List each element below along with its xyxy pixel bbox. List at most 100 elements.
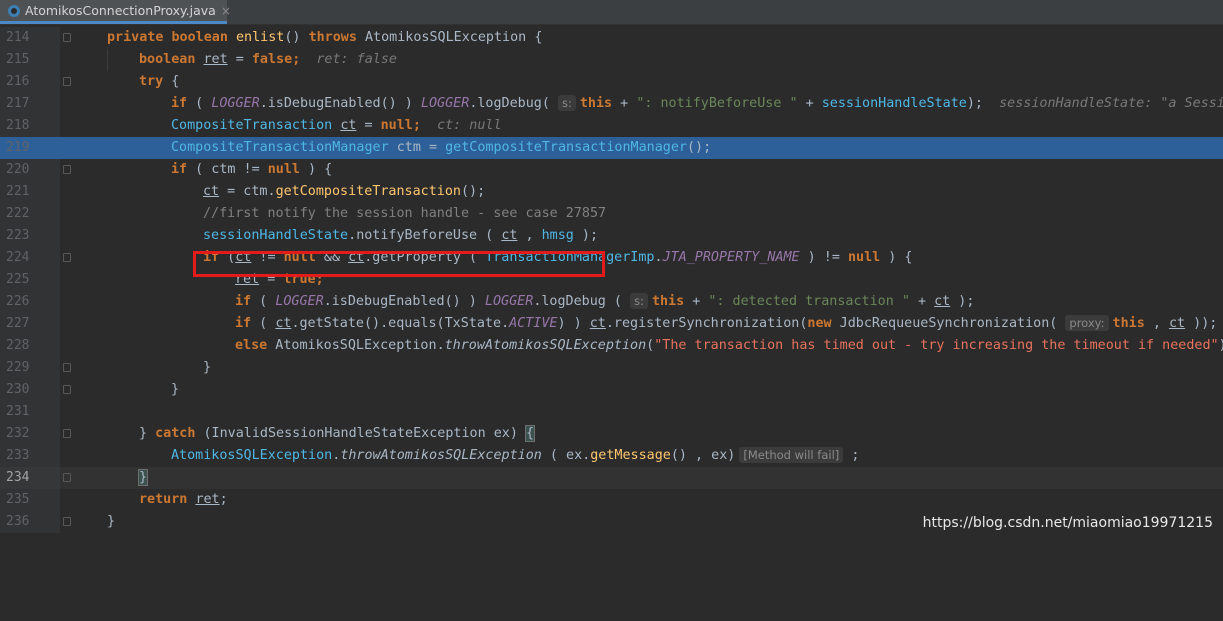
gutter: 235 bbox=[0, 489, 60, 511]
highlight-box bbox=[193, 251, 605, 277]
parameter-hint: s: bbox=[558, 95, 576, 111]
code-text: if ( LOGGER.isDebugEnabled() ) LOGGER.lo… bbox=[235, 293, 975, 309]
code-line-222[interactable]: 222 //first notify the session handle - … bbox=[0, 203, 1223, 225]
line-number: 229 bbox=[6, 360, 30, 375]
gutter: 217 bbox=[0, 93, 60, 115]
code-line-223[interactable]: 223 sessionHandleState.notifyBeforeUse (… bbox=[0, 225, 1223, 247]
gutter: 218 bbox=[0, 115, 60, 137]
code-line-229[interactable]: 229 } bbox=[0, 357, 1223, 379]
parameter-hint: proxy: bbox=[1065, 315, 1109, 331]
code-text: ct = ctm.getCompositeTransaction(); bbox=[203, 184, 486, 199]
code-line-215[interactable]: 215 boolean ret = false; ret: false bbox=[0, 49, 1223, 71]
line-number: 231 bbox=[6, 404, 30, 419]
gutter: 220 bbox=[0, 159, 60, 181]
line-number: 218 bbox=[6, 118, 30, 133]
code-line-227[interactable]: 227 if ( ct.getState().equals(TxState.AC… bbox=[0, 313, 1223, 335]
code-text: } catch (InvalidSessionHandleStateExcept… bbox=[139, 425, 536, 442]
code-line-221[interactable]: 221 ct = ctm.getCompositeTransaction(); bbox=[0, 181, 1223, 203]
editor-tab-bar: AtomikosConnectionProxy.java × bbox=[0, 0, 1223, 25]
line-number: 225 bbox=[6, 272, 30, 287]
close-icon[interactable]: × bbox=[221, 4, 231, 18]
line-number: 232 bbox=[6, 426, 30, 441]
gutter: 224 bbox=[0, 247, 60, 269]
fold-marker-icon[interactable] bbox=[63, 363, 71, 372]
gutter: 233 bbox=[0, 445, 60, 467]
line-number: 223 bbox=[6, 228, 30, 243]
gutter: 230 bbox=[0, 379, 60, 401]
code-text: if ( ct.getState().equals(TxState.ACTIVE… bbox=[235, 315, 1218, 331]
line-number: 228 bbox=[6, 338, 30, 353]
code-text: } bbox=[171, 382, 180, 397]
line-number: 227 bbox=[6, 316, 30, 331]
code-text: } bbox=[107, 514, 116, 529]
line-number: 234 bbox=[6, 470, 30, 485]
code-line-233[interactable]: 233 AtomikosSQLException.throwAtomikosSQ… bbox=[0, 445, 1223, 467]
inline-debug-value: ret: false bbox=[316, 52, 397, 67]
line-number: 233 bbox=[6, 448, 30, 463]
line-number: 216 bbox=[6, 74, 30, 89]
fold-marker-icon[interactable] bbox=[63, 429, 71, 438]
code-text: return ret; bbox=[139, 492, 228, 507]
parameter-hint: s: bbox=[630, 293, 648, 309]
code-editor[interactable]: 214 private boolean enlist() throws Atom… bbox=[0, 27, 1223, 541]
code-text: try { bbox=[139, 74, 180, 89]
code-text: if ( ctm != null ) { bbox=[171, 162, 333, 177]
code-line-218[interactable]: 218 CompositeTransaction ct = null; ct: … bbox=[0, 115, 1223, 137]
gutter: 231 bbox=[0, 401, 60, 423]
line-number: 224 bbox=[6, 250, 30, 265]
code-line-217[interactable]: 217 if ( LOGGER.isDebugEnabled() ) LOGGE… bbox=[0, 93, 1223, 115]
watermark: https://blog.csdn.net/miaomiao19971215 bbox=[922, 515, 1213, 531]
gutter: 227 bbox=[0, 313, 60, 335]
indent-guide bbox=[107, 49, 108, 71]
code-line-214[interactable]: 214 private boolean enlist() throws Atom… bbox=[0, 27, 1223, 49]
gutter: 229 bbox=[0, 357, 60, 379]
code-line-231[interactable]: 231 bbox=[0, 401, 1223, 423]
code-text: sessionHandleState.notifyBeforeUse ( ct … bbox=[203, 228, 599, 243]
code-text: CompositeTransaction ct = null; ct: null bbox=[171, 118, 502, 133]
inline-debug-value: ct: null bbox=[437, 118, 502, 133]
gutter: 225 bbox=[0, 269, 60, 291]
gutter: 215 bbox=[0, 49, 60, 71]
gutter: 232 bbox=[0, 423, 60, 445]
java-class-icon bbox=[8, 4, 20, 17]
fold-marker-icon[interactable] bbox=[63, 385, 71, 394]
code-line-225[interactable]: 225 ret = true; bbox=[0, 269, 1223, 291]
gutter: 214 bbox=[0, 27, 60, 49]
code-line-216[interactable]: 216 try { bbox=[0, 71, 1223, 93]
code-line-228[interactable]: 228 else AtomikosSQLException.throwAtomi… bbox=[0, 335, 1223, 357]
gutter: 221 bbox=[0, 181, 60, 203]
line-number: 235 bbox=[6, 492, 30, 507]
line-number: 219 bbox=[6, 140, 30, 155]
line-number: 217 bbox=[6, 96, 30, 111]
code-line-219-execution-point[interactable]: 219 CompositeTransactionManager ctm = ge… bbox=[0, 137, 1223, 159]
line-number: 215 bbox=[6, 52, 30, 67]
fold-marker-icon[interactable] bbox=[63, 517, 71, 526]
fold-marker-icon[interactable] bbox=[63, 165, 71, 174]
method-will-fail-hint: [Method will fail] bbox=[739, 447, 844, 463]
code-text: boolean ret = false; ret: false bbox=[139, 52, 397, 67]
code-text: private boolean enlist() throws Atomikos… bbox=[107, 30, 543, 45]
gutter: 228 bbox=[0, 335, 60, 357]
fold-marker-icon[interactable] bbox=[63, 77, 71, 86]
code-line-224[interactable]: 224 if (ct != null && ct.getProperty ( T… bbox=[0, 247, 1223, 269]
line-number: 220 bbox=[6, 162, 30, 177]
tab-atomikos-connection-proxy[interactable]: AtomikosConnectionProxy.java × bbox=[0, 0, 231, 24]
gutter: 226 bbox=[0, 291, 60, 313]
code-text: CompositeTransactionManager ctm = getCom… bbox=[171, 140, 712, 155]
code-line-230[interactable]: 230 } bbox=[0, 379, 1223, 401]
code-line-234-current[interactable]: 234 } bbox=[0, 467, 1223, 489]
code-text: else AtomikosSQLException.throwAtomikosS… bbox=[235, 338, 1223, 353]
gutter: 216 bbox=[0, 71, 60, 93]
inline-debug-value: sessionHandleState: "a Sessi bbox=[999, 96, 1223, 111]
code-comment: //first notify the session handle - see … bbox=[203, 206, 607, 221]
code-line-235[interactable]: 235 return ret; bbox=[0, 489, 1223, 511]
code-line-226[interactable]: 226 if ( LOGGER.isDebugEnabled() ) LOGGE… bbox=[0, 291, 1223, 313]
code-line-232[interactable]: 232 } catch (InvalidSessionHandleStateEx… bbox=[0, 423, 1223, 445]
fold-marker-icon[interactable] bbox=[63, 33, 71, 42]
fold-marker-icon[interactable] bbox=[63, 473, 71, 482]
code-line-220[interactable]: 220 if ( ctm != null ) { bbox=[0, 159, 1223, 181]
code-text: if ( LOGGER.isDebugEnabled() ) LOGGER.lo… bbox=[171, 95, 1223, 111]
fold-marker-icon[interactable] bbox=[63, 253, 71, 262]
line-number: 236 bbox=[6, 514, 30, 529]
gutter: 236 bbox=[0, 511, 60, 533]
